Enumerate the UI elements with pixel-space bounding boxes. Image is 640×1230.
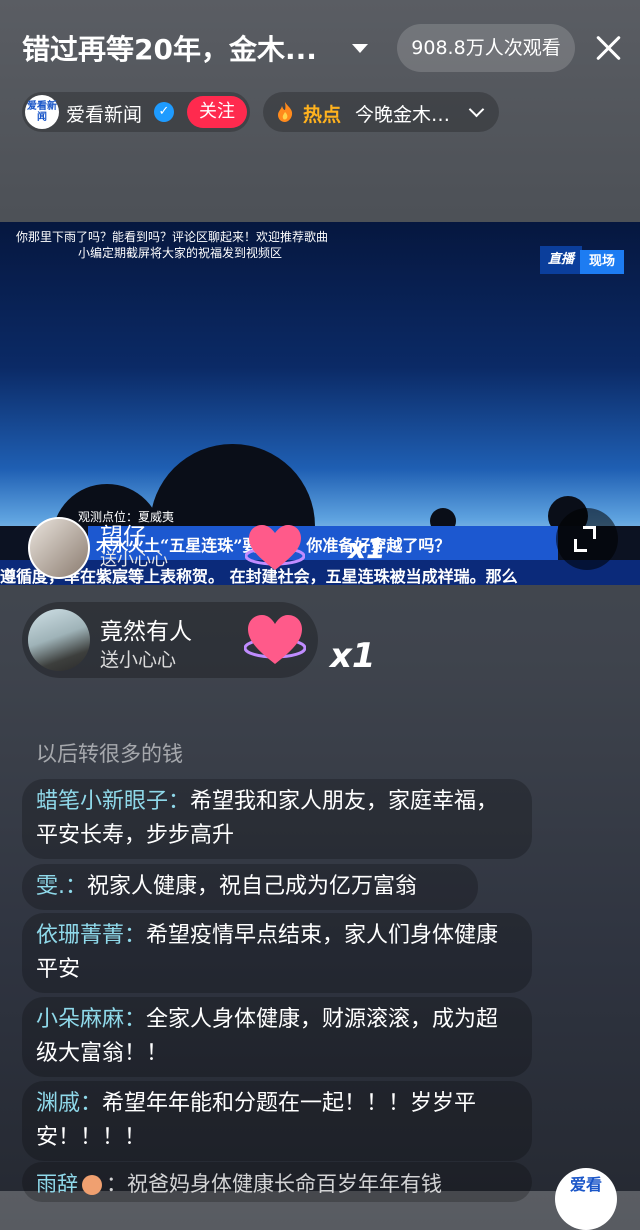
gift-action: 送小心心 [100,649,177,671]
comment-item[interactable]: 雯.：祝家人健康，祝自己成为亿万富翁 [22,864,478,910]
live-title[interactable]: 错过再等20年，金木... [22,28,317,68]
verified-icon: ✓ [154,102,174,122]
comment-text: ：祝爸妈身体健康长命百岁年年有钱 [106,1172,442,1196]
comment-text: 祝家人健康，祝自己成为亿万富翁 [87,874,418,899]
hot-topic-chip[interactable]: 热点 今晚金木… [263,92,499,132]
anchor-name: 爱看新闻 [66,104,143,126]
peach-icon [82,1175,102,1195]
gift-action: 送小心心 [100,550,168,570]
comment-user[interactable]: 雯.： [36,874,87,899]
heart-gift-icon [245,525,305,570]
comment-item[interactable]: 小朵麻麻：全家人身体健康，财源滚滚，成为超级大富翁！！ [22,997,532,1077]
heart-gift-icon [244,615,306,664]
avatar[interactable] [28,517,90,579]
comment-item[interactable]: 雨辞 ：祝爸妈身体健康长命百岁年年有钱 [22,1162,532,1202]
hot-label: 热点 [303,104,342,126]
comment-user[interactable]: 渊戚： [36,1091,102,1116]
fullscreen-icon[interactable] [556,508,618,570]
viewer-count-badge: 908.8万人次观看 [397,24,575,72]
live-badge-a: 直播 [540,246,582,274]
comment-user[interactable]: 蜡笔小新眼子： [36,789,190,814]
video-caption-1: 你那里下雨了吗？能看到吗？评论区聊起来！欢迎推荐歌曲 [16,230,329,244]
close-icon[interactable] [590,30,626,66]
video-caption-2: 小编定期截屏将大家的祝福发到视频区 [78,246,283,260]
avatar[interactable] [28,609,90,671]
anchor-chip[interactable]: 爱看新闻 爱看新闻 ✓ 关注 [22,92,250,132]
comment-item[interactable]: 渊戚：希望年年能和分题在一起！！！岁岁平安！！！！ [22,1081,532,1161]
brand-bubble[interactable]: 爱看 [555,1168,617,1230]
flame-icon [278,102,293,122]
top-bar: 错过再等20年，金木... 908.8万人次观看 [0,0,640,100]
comment-user[interactable]: 小朵麻麻： [36,1007,146,1032]
title-dropdown-icon[interactable] [352,44,368,53]
follow-button[interactable]: 关注 [187,96,247,128]
comment-faded: 以后转很多的钱 [36,742,183,766]
comment-user[interactable]: 雨辞 [36,1172,78,1196]
comment-item[interactable]: 依珊菁菁：希望疫情早点结束，家人们身体健康平安 [22,913,532,993]
hot-topic-text: 今晚金木… [355,104,451,126]
gift-user: 竟然有人 [100,619,192,645]
comment-text: 希望年年能和分题在一起！！！岁岁平安！！！！ [36,1091,477,1150]
comment-item[interactable]: 蜡笔小新眼子：希望我和家人朋友，家庭幸福，平安长寿，步步高升 [22,779,532,859]
gift-count: x1 [348,532,386,565]
anchor-avatar: 爱看新闻 [25,95,59,129]
gift-count: x1 [330,636,376,676]
comment-user[interactable]: 依珊菁菁： [36,923,146,948]
live-badge-b: 现场 [580,250,624,274]
chevron-down-icon [468,101,485,118]
